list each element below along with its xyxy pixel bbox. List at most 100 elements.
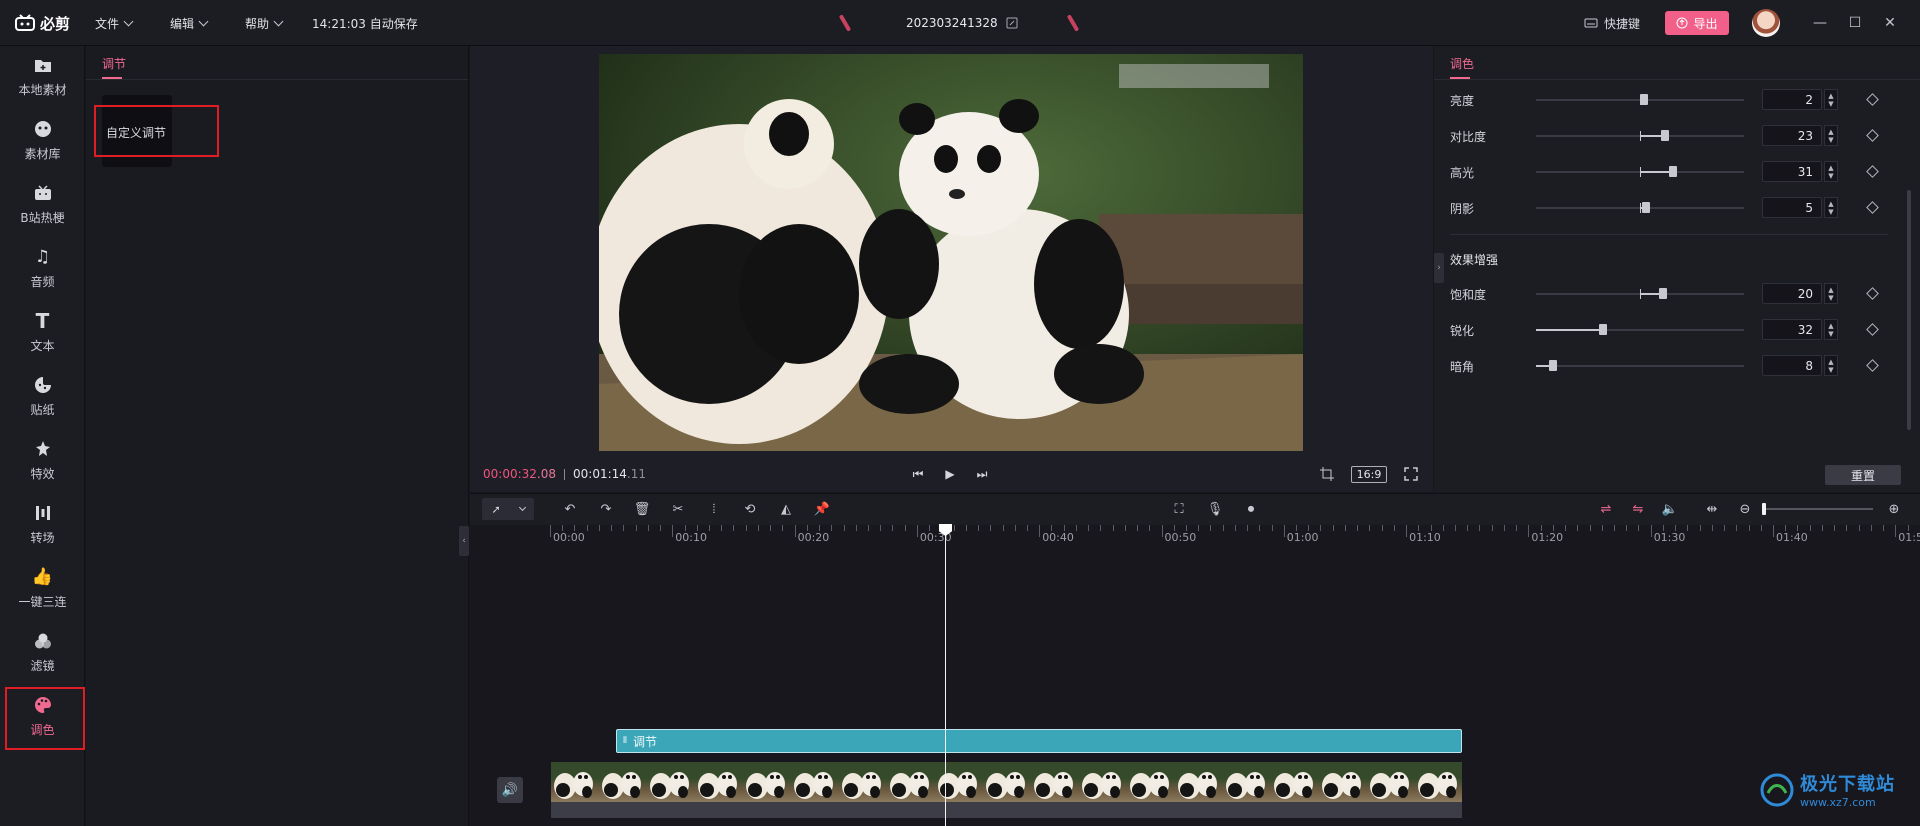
reset-button[interactable]: 重置: [1825, 465, 1901, 485]
param-stepper-icon[interactable]: ▲ ▼: [1824, 161, 1838, 182]
sidebar-item-triple[interactable]: 👍 一键三连: [3, 558, 82, 618]
split-align-icon[interactable]: ⇹: [1703, 500, 1721, 518]
param-value-input[interactable]: 2: [1762, 89, 1822, 110]
play-icon[interactable]: ▶: [942, 466, 958, 482]
collapse-left-icon[interactable]: ‹: [459, 526, 469, 556]
mirror-icon[interactable]: ◭: [777, 500, 795, 518]
prev-frame-icon[interactable]: ⏮: [910, 466, 926, 482]
select-tool-dropdown[interactable]: ➚: [482, 498, 534, 520]
sidebar-item-text[interactable]: T 文本: [3, 302, 82, 362]
sidebar-item-transition[interactable]: 转场: [3, 494, 82, 554]
chevron-up-icon[interactable]: ▲: [1828, 164, 1833, 172]
shortcut-button[interactable]: 快捷键: [1584, 0, 1640, 46]
microphone-icon[interactable]: 🎙: [1206, 500, 1224, 518]
param-value-input[interactable]: 5: [1762, 197, 1822, 218]
zoom-in-icon[interactable]: ⊕: [1885, 500, 1903, 518]
time-ruler[interactable]: 00:00 00:10 00:20 00:30 00:40 00:50 01:00 01:10…: [550, 525, 1920, 547]
menu-help[interactable]: 帮助: [245, 0, 284, 46]
zoom-slider-handle[interactable]: [1762, 503, 1766, 515]
chevron-down-icon[interactable]: ▼: [1828, 330, 1833, 338]
minimize-icon[interactable]: —: [1810, 13, 1830, 33]
chevron-up-icon[interactable]: ▲: [1828, 322, 1833, 330]
param-slider-handle[interactable]: [1642, 202, 1651, 213]
param-slider-handle[interactable]: [1640, 94, 1649, 105]
param-slider-handle[interactable]: [1669, 166, 1678, 177]
keyframe-icon[interactable]: [1866, 165, 1879, 178]
delete-icon[interactable]: 🗑: [633, 500, 651, 518]
zoom-slider[interactable]: [1763, 508, 1873, 510]
export-button[interactable]: 导出: [1665, 11, 1729, 35]
param-stepper-icon[interactable]: ▲ ▼: [1824, 355, 1838, 376]
link-icon[interactable]: ⇋: [1629, 500, 1647, 518]
param-value-input[interactable]: 8: [1762, 355, 1822, 376]
menu-file[interactable]: 文件: [95, 0, 134, 46]
chevron-up-icon[interactable]: ▲: [1828, 128, 1833, 136]
param-slider-handle[interactable]: [1660, 130, 1669, 141]
chevron-up-icon[interactable]: ▲: [1828, 358, 1833, 366]
param-stepper-icon[interactable]: ▲ ▼: [1824, 283, 1838, 304]
param-stepper-icon[interactable]: ▲ ▼: [1824, 319, 1838, 340]
split-icon[interactable]: ✂: [669, 500, 687, 518]
sidebar-item-local[interactable]: 本地素材: [3, 46, 82, 106]
edit-icon[interactable]: [1006, 17, 1018, 29]
keyframe-icon[interactable]: [1866, 129, 1879, 142]
redo-icon[interactable]: ↷: [597, 500, 615, 518]
video-clip[interactable]: [551, 762, 1462, 802]
adjust-clip[interactable]: ⦀ 调节: [616, 729, 1462, 753]
sidebar-item-effects[interactable]: 特效: [3, 430, 82, 490]
param-stepper-icon[interactable]: ▲ ▼: [1824, 89, 1838, 110]
magnet-icon[interactable]: ⇌: [1597, 500, 1615, 518]
chevron-down-icon[interactable]: ▼: [1828, 172, 1833, 180]
chevron-down-icon[interactable]: ▼: [1828, 100, 1833, 108]
param-slider-handle[interactable]: [1598, 324, 1607, 335]
freeze-icon[interactable]: ⦙: [705, 500, 723, 518]
clip-handle-icon[interactable]: ⦀: [623, 736, 627, 746]
track-volume-icon[interactable]: 🔊: [497, 777, 523, 803]
sidebar-item-library[interactable]: 素材库: [3, 110, 82, 170]
sidebar-item-filter[interactable]: 滤镜: [3, 622, 82, 682]
param-stepper-icon[interactable]: ▲ ▼: [1824, 125, 1838, 146]
keyframe-icon[interactable]: [1866, 287, 1879, 300]
keyframe-icon[interactable]: [1866, 359, 1879, 372]
chevron-down-icon[interactable]: ▼: [1828, 136, 1833, 144]
sidebar-item-sticker[interactable]: 贴纸: [3, 366, 82, 426]
crop-icon[interactable]: [1319, 466, 1335, 482]
sidebar-item-audio[interactable]: ♫ 音频: [3, 238, 82, 298]
avatar[interactable]: [1752, 9, 1780, 37]
playhead[interactable]: [945, 530, 946, 826]
keyframe-icon[interactable]: [1866, 93, 1879, 106]
collapse-right-icon[interactable]: ›: [1434, 253, 1444, 283]
project-name[interactable]: 202303241328: [906, 0, 1018, 46]
reverse-icon[interactable]: ⟲: [741, 500, 759, 518]
chevron-down-icon[interactable]: ▼: [1828, 208, 1833, 216]
zoom-out-icon[interactable]: ⊖: [1736, 500, 1754, 518]
param-slider-track[interactable]: [1536, 365, 1744, 367]
chevron-up-icon[interactable]: ▲: [1828, 92, 1833, 100]
param-slider-handle[interactable]: [1548, 360, 1557, 371]
aspect-ratio-button[interactable]: 16:9: [1351, 466, 1387, 483]
chevron-up-icon[interactable]: ▲: [1828, 200, 1833, 208]
tab-color[interactable]: 调色: [1450, 55, 1474, 72]
chevron-down-icon[interactable]: ▼: [1828, 366, 1833, 374]
tab-adjust[interactable]: 调节: [102, 55, 126, 72]
next-frame-icon[interactable]: ⏭: [974, 466, 990, 482]
param-value-input[interactable]: 32: [1762, 319, 1822, 340]
record-icon[interactable]: ⏺: [1242, 500, 1260, 518]
sidebar-item-bilibili[interactable]: B站热梗: [3, 174, 82, 234]
chevron-down-icon[interactable]: ▼: [1828, 294, 1833, 302]
param-stepper-icon[interactable]: ▲ ▼: [1824, 197, 1838, 218]
param-value-input[interactable]: 20: [1762, 283, 1822, 304]
param-slider-handle[interactable]: [1658, 288, 1667, 299]
audio-split-icon[interactable]: 🔈: [1661, 500, 1679, 518]
scan-icon[interactable]: ⛶: [1170, 500, 1188, 518]
close-icon[interactable]: ✕: [1880, 13, 1900, 33]
maximize-icon[interactable]: ☐: [1845, 13, 1865, 33]
param-value-input[interactable]: 31: [1762, 161, 1822, 182]
undo-icon[interactable]: ↶: [561, 500, 579, 518]
fullscreen-icon[interactable]: [1403, 466, 1419, 482]
param-value-input[interactable]: 23: [1762, 125, 1822, 146]
chevron-up-icon[interactable]: ▲: [1828, 286, 1833, 294]
pin-icon[interactable]: 📌: [813, 500, 831, 518]
keyframe-icon[interactable]: [1866, 201, 1879, 214]
menu-edit[interactable]: 编辑: [170, 0, 209, 46]
